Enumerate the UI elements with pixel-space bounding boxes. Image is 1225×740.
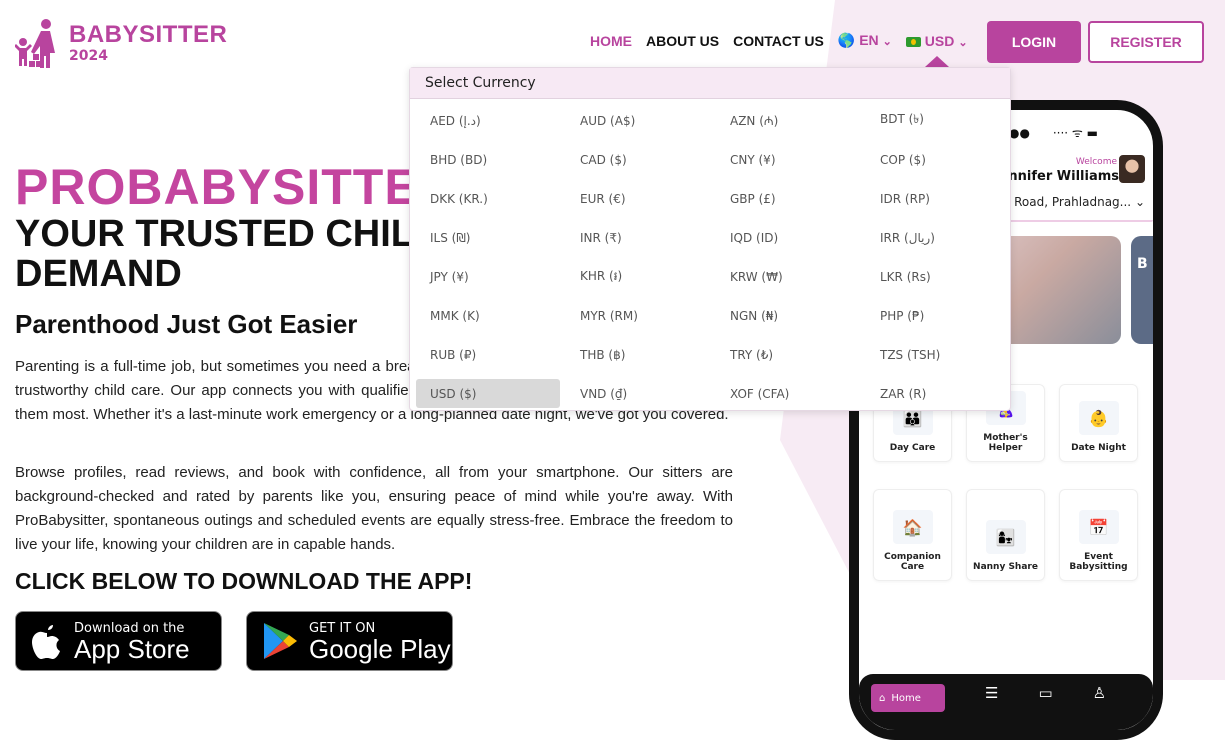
phone-welcome: Welcome (1075, 157, 1117, 167)
google-big-text: Google Play (309, 633, 451, 664)
language-selector[interactable]: 🌎 EN ⌄ (838, 32, 892, 49)
download-cta: CLICK BELOW TO DOWNLOAD THE APP! (15, 568, 473, 594)
language-label: EN (859, 32, 879, 48)
brand-year: 2024 (69, 48, 108, 64)
currency-option[interactable]: AED (د.إ) (416, 106, 560, 135)
service-nanny-share[interactable]: 👩‍👧 Nanny Share (966, 489, 1045, 581)
currency-option[interactable]: VND (₫) (566, 379, 710, 408)
apple-icon (32, 625, 60, 659)
register-button[interactable]: REGISTER (1088, 21, 1204, 63)
currency-options: AED (د.إ) AUD (A$) AZN (₼) BDT (৳) BHD (BD) C… (410, 99, 1010, 413)
phone-address: Road, Prahladnag... ⌄ (1014, 195, 1145, 209)
companion-care-icon: 🏠 (892, 510, 933, 544)
service-label: Companion Care (884, 552, 941, 572)
currency-option[interactable]: GBP (£) (716, 184, 860, 213)
currency-option[interactable]: ZAR (R) (866, 379, 1010, 408)
currency-option[interactable]: IQD (ID) (716, 223, 860, 252)
phone-nav-home[interactable]: ⌂ Home (871, 684, 945, 712)
google-play-icon (264, 623, 297, 659)
wallet-icon[interactable]: ▭ (1038, 684, 1052, 702)
home-icon: ⌂ (879, 692, 886, 704)
logo[interactable]: BABYSITTER 2024 (15, 18, 227, 68)
currency-option[interactable]: AZN (₼) (716, 106, 860, 135)
service-label: Mother's Helper (983, 433, 1028, 453)
currency-option[interactable]: KRW (₩) (716, 262, 860, 291)
currency-option[interactable]: ILS (₪) (416, 223, 560, 252)
currency-option[interactable]: THB (฿) (566, 340, 710, 369)
apple-big-text: App Store (74, 633, 190, 664)
currency-option[interactable]: TRY (₺) (716, 340, 860, 369)
service-date-night[interactable]: 👶 Date Night (1059, 384, 1138, 462)
service-label: Event Babysitting (1069, 552, 1128, 572)
service-label: Nanny Share (973, 562, 1038, 572)
chevron-down-icon: ⌄ (1134, 195, 1145, 209)
nav-contact-us[interactable]: CONTACT US (733, 33, 824, 49)
currency-option[interactable]: TZS (TSH) (866, 340, 1010, 369)
home-label: Home (891, 692, 921, 704)
currency-option[interactable]: IRR (ریال) (866, 223, 1010, 252)
currency-option[interactable]: COP ($) (866, 145, 1010, 174)
currency-option[interactable]: MMK (K) (416, 301, 560, 330)
currency-option[interactable]: INR (₹) (566, 223, 710, 252)
chevron-down-icon: ⌄ (958, 36, 968, 49)
globe-icon: 🌎 (837, 32, 856, 48)
phone-user-name: Jennifer Williams (994, 169, 1119, 184)
currency-option[interactable]: XOF (CFA) (716, 379, 860, 408)
hero-heading: Parenthood Just Got Easier (15, 309, 358, 339)
chevron-down-icon: ⌄ (882, 36, 892, 48)
service-event-babysitting[interactable]: 📅 Event Babysitting (1059, 489, 1138, 581)
currency-option[interactable]: IDR (RP) (866, 184, 1010, 213)
currency-option[interactable]: NGN (₦) (716, 301, 860, 330)
currency-option[interactable]: JPY (¥) (416, 262, 560, 291)
promo-banner-secondary: B S (1131, 236, 1153, 344)
currency-option[interactable]: DKK (KR.) (416, 184, 560, 213)
currency-label: USD (924, 32, 955, 49)
avatar (1119, 155, 1145, 183)
list-icon[interactable]: ☰ (985, 684, 998, 702)
money-icon (905, 36, 921, 47)
currency-option[interactable]: PHP (₱) (866, 301, 1010, 330)
currency-option[interactable]: LKR (Rs) (866, 262, 1010, 291)
service-label: Day Care (889, 443, 936, 453)
nav-home[interactable]: HOME (590, 33, 632, 49)
main-nav: HOME ABOUT US CONTACT US 🌎 EN ⌄ USD ⌄ (590, 32, 968, 49)
brand-name: BABYSITTER (69, 21, 228, 48)
date-night-icon: 👶 (1078, 401, 1119, 435)
currency-option[interactable]: BHD (BD) (416, 145, 560, 174)
service-companion-care[interactable]: 🏠 Companion Care (873, 489, 952, 581)
app-store-button[interactable]: Download on the App Store (15, 611, 222, 671)
nav-about-us[interactable]: ABOUT US (646, 33, 719, 49)
currency-option[interactable]: BDT (৳) (866, 106, 1010, 135)
status-bar-icons: ●● ···· ᯤ ▬ (1009, 126, 1099, 140)
profile-icon[interactable]: ♙ (1093, 684, 1106, 702)
currency-selector[interactable]: USD ⌄ (905, 32, 968, 49)
currency-option[interactable]: USD ($) (416, 379, 560, 408)
babysitter-logo-icon (15, 19, 55, 68)
features-paragraph: Browse profiles, read reviews, and book … (15, 464, 733, 553)
hero-title: PROBABYSITTER (15, 159, 456, 215)
currency-option[interactable]: AUD (A$) (566, 106, 710, 135)
dropdown-title: Select Currency (410, 68, 1010, 99)
currency-option[interactable]: CNY (¥) (716, 145, 860, 174)
address-text: Road, Prahladnag... (1014, 195, 1132, 209)
nanny-share-icon: 👩‍👧 (985, 520, 1026, 554)
currency-option[interactable]: RUB (₽) (416, 340, 560, 369)
currency-option[interactable]: CAD ($) (566, 145, 710, 174)
calendar-icon: 📅 (1078, 510, 1119, 544)
currency-option[interactable]: MYR (RM) (566, 301, 710, 330)
currency-dropdown: Select Currency AED (د.إ) AUD (A$) AZN (₼)… (409, 67, 1011, 411)
dropdown-caret (925, 56, 949, 67)
currency-option[interactable]: EUR (€) (566, 184, 710, 213)
currency-option[interactable]: KHR (៛) (566, 262, 710, 291)
google-play-button[interactable]: GET IT ON Google Play (246, 611, 453, 671)
login-button[interactable]: LOGIN (987, 21, 1081, 63)
service-label: Date Night (1071, 443, 1126, 453)
